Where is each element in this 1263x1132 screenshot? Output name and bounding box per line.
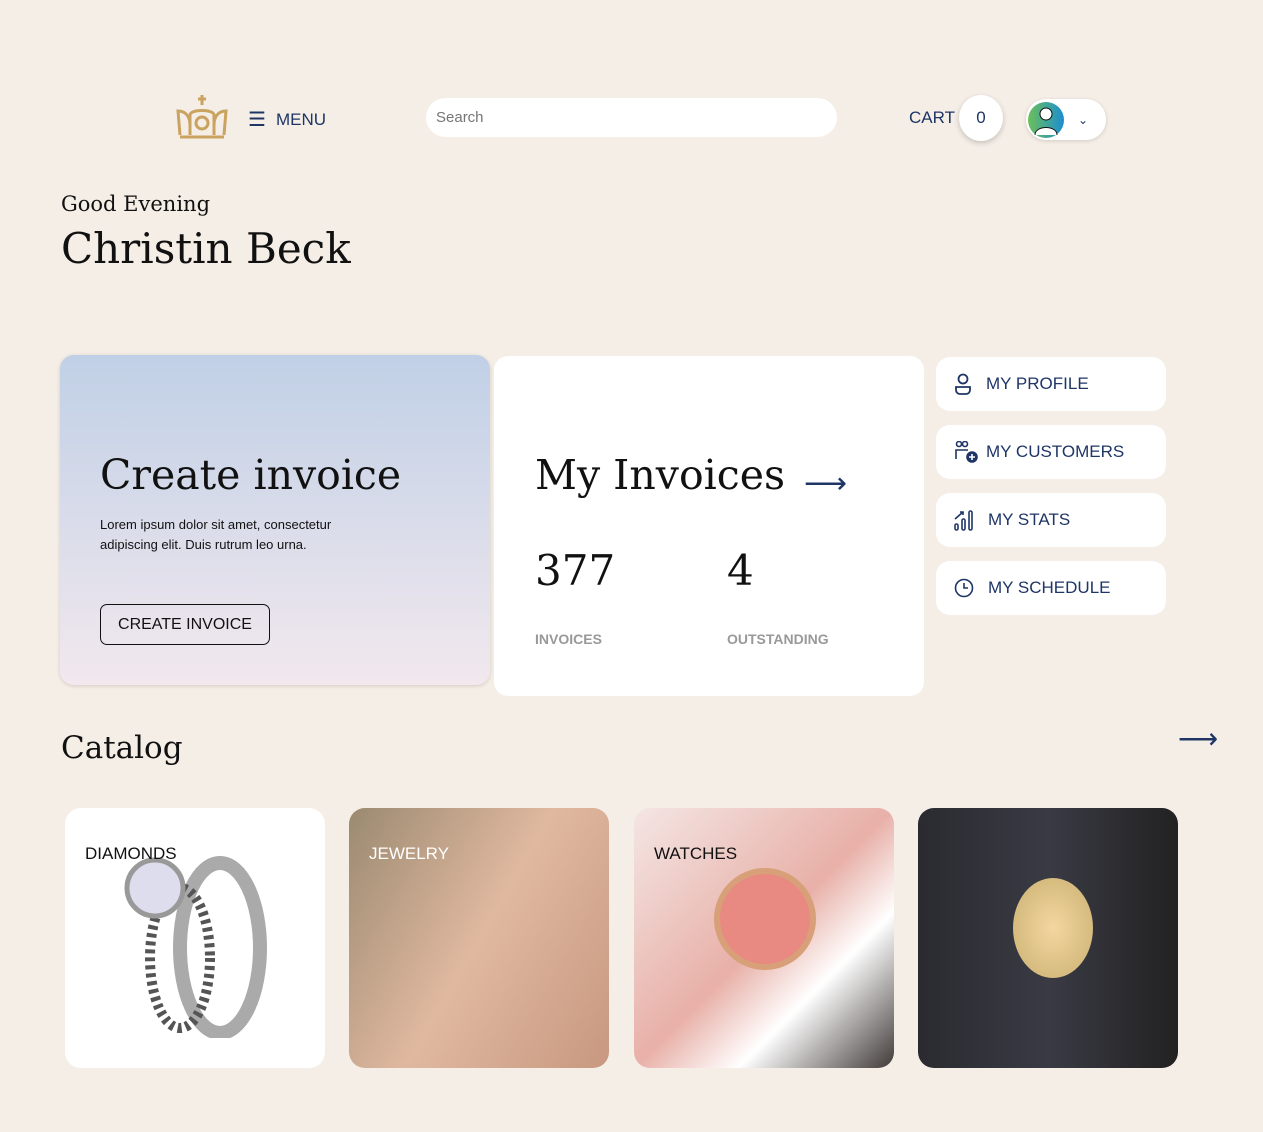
create-invoice-description: Lorem ipsum dolor sit amet, consectetur …	[100, 517, 332, 552]
catalog-item-watches[interactable]: WATCHES	[634, 808, 894, 1068]
clock-icon	[954, 578, 974, 598]
customers-add-icon	[955, 441, 978, 463]
my-invoices-title: My Invoices	[535, 451, 786, 499]
logo-crown-icon[interactable]	[176, 93, 228, 146]
watch-image	[714, 868, 816, 970]
sidebar-item-my-stats[interactable]: MY STATS	[936, 493, 1166, 547]
stats-icon	[954, 510, 973, 531]
menu-button[interactable]: ☰ MENU	[248, 107, 326, 132]
user-icon	[955, 373, 971, 395]
sidebar-item-my-customers[interactable]: MY CUSTOMERS	[936, 425, 1166, 479]
chevron-down-icon: ⌄	[1078, 112, 1089, 127]
catalog-item-bouquet[interactable]	[918, 808, 1178, 1068]
outstanding-count: 4	[727, 546, 754, 595]
catalog-item-label: DIAMONDS	[85, 844, 177, 863]
create-invoice-button[interactable]: CREATE INVOICE	[100, 604, 270, 645]
sidebar-item-label: MY STATS	[988, 510, 1071, 529]
cart-button[interactable]: CART 0	[909, 95, 1003, 141]
avatar	[1028, 101, 1064, 138]
sidebar-item-my-profile[interactable]: MY PROFILE	[936, 357, 1166, 411]
sidebar-item-label: MY CUSTOMERS	[986, 442, 1125, 461]
user-name: Christin Beck	[61, 224, 351, 273]
search-input[interactable]	[426, 98, 837, 137]
catalog-title: Catalog	[61, 730, 183, 766]
catalog-item-label: JEWELRY	[369, 844, 449, 863]
invoices-count: 377	[535, 546, 616, 595]
sidebar-item-my-schedule[interactable]: MY SCHEDULE	[936, 561, 1166, 615]
ring-image	[124, 856, 267, 1038]
create-invoice-title: Create invoice	[100, 451, 402, 499]
sidebar-item-label: MY SCHEDULE	[988, 578, 1111, 597]
greeting-salutation: Good Evening	[61, 192, 211, 216]
cart-count: 0	[958, 95, 1003, 141]
sidebar-item-label: MY PROFILE	[986, 374, 1089, 393]
arrow-right-icon[interactable]: ⟶	[804, 466, 847, 501]
catalog-item-jewelry[interactable]: JEWELRY	[349, 808, 609, 1068]
outstanding-label: OUTSTANDING	[727, 631, 829, 647]
create-invoice-card: Create invoice Lorem ipsum dolor sit ame…	[60, 355, 490, 685]
catalog-arrow-right-icon[interactable]: ⟶	[1178, 722, 1218, 755]
user-menu-button[interactable]: ⌄	[1026, 99, 1106, 140]
hamburger-icon: ☰	[248, 109, 266, 131]
catalog-item-diamonds[interactable]: DIAMONDS	[65, 808, 325, 1068]
cart-label: CART	[909, 108, 955, 127]
catalog-item-label: WATCHES	[654, 844, 738, 863]
bouquet-image	[1013, 878, 1093, 978]
my-invoices-card[interactable]: My Invoices ⟶ 377 4 INVOICES OUTSTANDING	[494, 356, 924, 696]
invoices-label: INVOICES	[535, 631, 602, 647]
menu-label: MENU	[275, 109, 326, 129]
